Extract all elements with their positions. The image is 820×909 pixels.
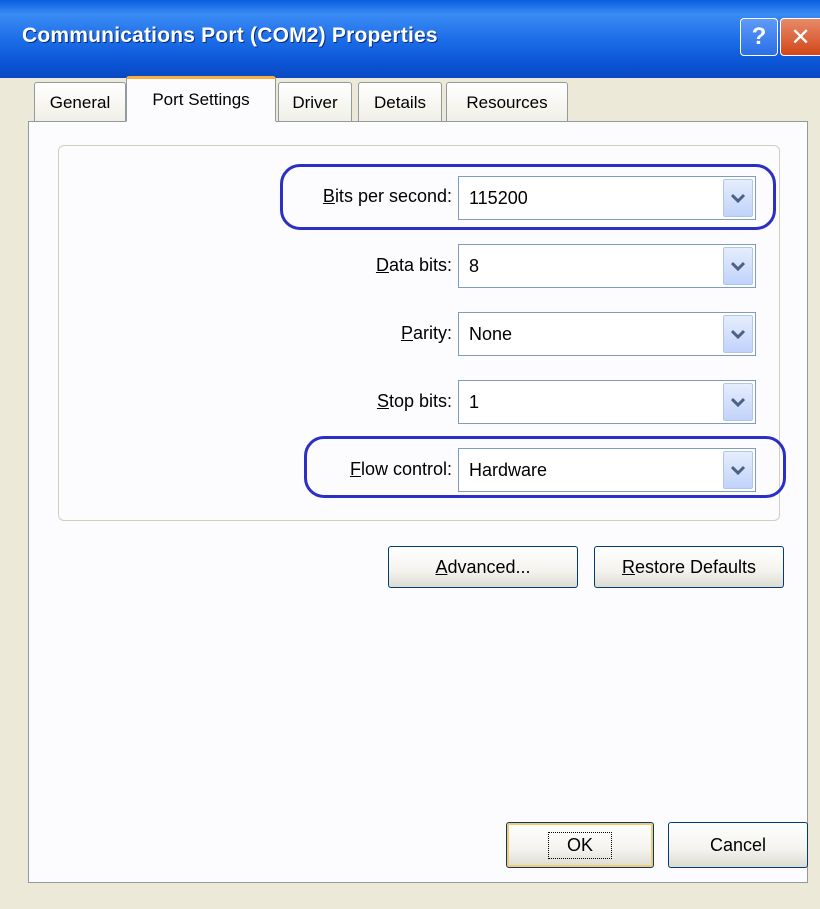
flow-control-select[interactable]: Hardware — [458, 448, 756, 492]
restore-defaults-label: Restore Defaults — [621, 556, 757, 577]
cancel-label: Cancel — [709, 834, 767, 855]
ok-button[interactable]: OK — [506, 822, 654, 868]
bits-per-second-label: Bits per second: — [322, 186, 452, 206]
stop-bits-select[interactable]: 1 — [458, 380, 756, 424]
title-bar[interactable]: Communications Port (COM2) Properties ? … — [0, 0, 820, 78]
data-bits-label: Data bits: — [375, 255, 452, 275]
close-icon: ✕ — [790, 23, 811, 51]
stop-bits-label: Stop bits: — [376, 391, 452, 411]
tab-label: Details — [374, 92, 426, 112]
tab-label: Driver — [292, 92, 338, 112]
tab-label: Resources — [466, 92, 548, 112]
window-title: Communications Port (COM2) Properties — [22, 24, 438, 47]
dropdown-arrow-icon[interactable] — [723, 315, 753, 353]
flow-control-label: Flow control: — [349, 459, 452, 479]
dropdown-arrow-icon[interactable] — [723, 383, 753, 421]
tab-port-settings[interactable]: Port Settings — [126, 76, 276, 122]
parity-value: None — [469, 324, 513, 344]
bits-per-second-select[interactable]: 115200 — [458, 176, 756, 220]
advanced-button[interactable]: Advanced... — [388, 546, 578, 588]
data-bits-value: 8 — [469, 256, 480, 276]
restore-defaults-button[interactable]: Restore Defaults — [594, 546, 784, 588]
tab-driver[interactable]: Driver — [278, 82, 352, 122]
help-icon: ? — [751, 23, 767, 50]
tab-label: General — [49, 92, 111, 112]
parity-label: Parity: — [400, 323, 452, 343]
tab-resources[interactable]: Resources — [446, 82, 568, 122]
tab-label: Port Settings — [152, 90, 250, 109]
tab-details[interactable]: Details — [358, 82, 442, 122]
ok-label: OK — [547, 831, 612, 859]
data-bits-select[interactable]: 8 — [458, 244, 756, 288]
close-button[interactable]: ✕ — [780, 18, 820, 56]
help-button[interactable]: ? — [740, 18, 778, 56]
stop-bits-value: 1 — [469, 392, 480, 412]
dropdown-arrow-icon[interactable] — [723, 451, 753, 489]
parity-select[interactable]: None — [458, 312, 756, 356]
advanced-label: Advanced... — [435, 556, 531, 577]
cancel-button[interactable]: Cancel — [668, 822, 808, 868]
flow-control-value: Hardware — [469, 460, 548, 480]
tab-general[interactable]: General — [34, 82, 126, 122]
dropdown-arrow-icon[interactable] — [723, 179, 753, 217]
bits-per-second-value: 115200 — [469, 188, 528, 208]
dropdown-arrow-icon[interactable] — [723, 247, 753, 285]
